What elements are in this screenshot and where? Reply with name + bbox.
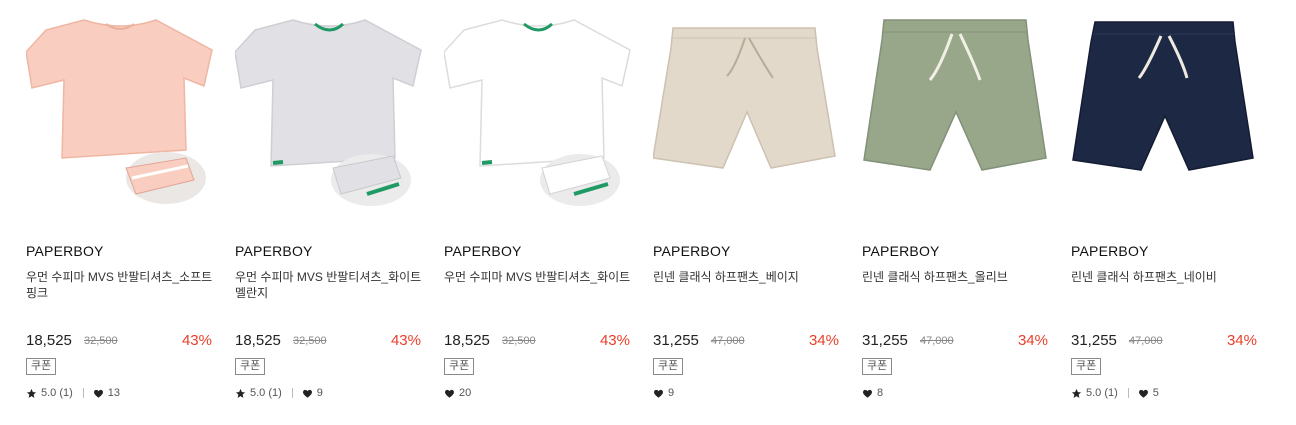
rating-text: 5.0 (1): [1086, 387, 1118, 399]
sale-price: 31,255: [653, 332, 699, 349]
product-meta: 5.0 (1) 5: [1071, 386, 1159, 400]
price-row: 18,525 32,500 43%: [26, 332, 212, 350]
price-row: 31,255 47,000 34%: [1071, 332, 1257, 350]
brand-name[interactable]: PAPERBOY: [26, 243, 104, 259]
product-meta: 9: [653, 386, 674, 400]
divider: [1127, 388, 1129, 398]
heart-icon: [654, 389, 663, 398]
original-price: 32,500: [293, 335, 327, 347]
discount-rate: 34%: [1017, 332, 1048, 349]
price-row: 18,525 32,500 43%: [235, 332, 421, 350]
brand-name[interactable]: PAPERBOY: [444, 243, 522, 259]
price-row: 31,255 47,000 34%: [653, 332, 839, 350]
product-card[interactable]: PAPERBOY 우먼 수피마 MVS 반팔티셔츠_화이트 18,525 32,…: [444, 0, 634, 425]
product-meta: 20: [444, 386, 471, 400]
product-name[interactable]: 린넨 클래식 하프팬츠_네이비: [1071, 269, 1261, 285]
brand-name[interactable]: PAPERBOY: [1071, 243, 1149, 259]
original-price: 47,000: [1129, 335, 1163, 347]
heart-icon: [863, 389, 872, 398]
product-grid: PAPERBOY 우먼 수피마 MVS 반팔티셔츠_소프트핑크 18,525 3…: [0, 0, 1296, 425]
brand-name[interactable]: PAPERBOY: [862, 243, 940, 259]
rating-text: 5.0 (1): [41, 387, 73, 399]
divider: [291, 388, 293, 398]
like-count: 9: [668, 387, 675, 399]
product-image[interactable]: [1071, 8, 1261, 213]
original-price: 32,500: [84, 335, 118, 347]
product-card[interactable]: PAPERBOY 린넨 클래식 하프팬츠_베이지 31,255 47,000 3…: [653, 0, 843, 425]
sale-price: 18,525: [26, 332, 72, 349]
sale-price: 31,255: [862, 332, 908, 349]
product-name[interactable]: 우먼 수피마 MVS 반팔티셔츠_소프트핑크: [26, 269, 216, 301]
original-price: 47,000: [711, 335, 745, 347]
coupon-badge: 쿠폰: [235, 358, 266, 375]
discount-rate: 43%: [181, 332, 212, 349]
brand-name[interactable]: PAPERBOY: [653, 243, 731, 259]
product-image[interactable]: [235, 8, 425, 213]
discount-rate: 34%: [1226, 332, 1257, 349]
discount-rate: 43%: [599, 332, 630, 349]
brand-name[interactable]: PAPERBOY: [235, 243, 313, 259]
product-image[interactable]: [862, 8, 1052, 213]
product-image[interactable]: [26, 8, 216, 213]
heart-icon: [93, 389, 103, 398]
coupon-badge: 쿠폰: [862, 358, 893, 375]
heart-icon: [445, 389, 454, 398]
product-card[interactable]: PAPERBOY 린넨 클래식 하프팬츠_올리브 31,255 47,000 3…: [862, 0, 1052, 425]
like-count: 5: [1152, 387, 1159, 399]
like-count: 20: [459, 387, 472, 399]
coupon-badge: 쿠폰: [653, 358, 684, 375]
coupon-badge: 쿠폰: [1071, 358, 1102, 375]
product-image[interactable]: [444, 8, 634, 213]
product-name[interactable]: 린넨 클래식 하프팬츠_올리브: [862, 269, 1052, 285]
divider: [82, 388, 84, 398]
product-name[interactable]: 우먼 수피마 MVS 반팔티셔츠_화이트멜란지: [235, 269, 425, 301]
sale-price: 31,255: [1071, 332, 1117, 349]
product-image[interactable]: [653, 8, 843, 213]
coupon-badge: 쿠폰: [26, 358, 57, 375]
like-count: 9: [316, 387, 323, 399]
original-price: 32,500: [502, 335, 536, 347]
sale-price: 18,525: [444, 332, 490, 349]
original-price: 47,000: [920, 335, 954, 347]
product-meta: 5.0 (1) 9: [235, 386, 323, 400]
rating-text: 5.0 (1): [250, 387, 282, 399]
product-name[interactable]: 린넨 클래식 하프팬츠_베이지: [653, 269, 843, 285]
heart-icon: [302, 389, 312, 398]
like-count: 8: [877, 387, 884, 399]
sale-price: 18,525: [235, 332, 281, 349]
star-icon: [26, 388, 37, 398]
star-icon: [235, 388, 246, 398]
like-count: 13: [107, 387, 121, 399]
price-row: 18,525 32,500 43%: [444, 332, 630, 350]
product-card[interactable]: PAPERBOY 린넨 클래식 하프팬츠_네이비 31,255 47,000 3…: [1071, 0, 1261, 425]
product-card[interactable]: PAPERBOY 우먼 수피마 MVS 반팔티셔츠_소프트핑크 18,525 3…: [26, 0, 216, 425]
product-meta: 8: [862, 386, 883, 400]
discount-rate: 43%: [390, 332, 421, 349]
star-icon: [1071, 388, 1082, 398]
heart-icon: [1138, 389, 1148, 398]
coupon-badge: 쿠폰: [444, 358, 475, 375]
product-card[interactable]: PAPERBOY 우먼 수피마 MVS 반팔티셔츠_화이트멜란지 18,525 …: [235, 0, 425, 425]
product-name[interactable]: 우먼 수피마 MVS 반팔티셔츠_화이트: [444, 269, 634, 285]
discount-rate: 34%: [808, 332, 839, 349]
product-meta: 5.0 (1) 13: [26, 386, 120, 400]
price-row: 31,255 47,000 34%: [862, 332, 1048, 350]
